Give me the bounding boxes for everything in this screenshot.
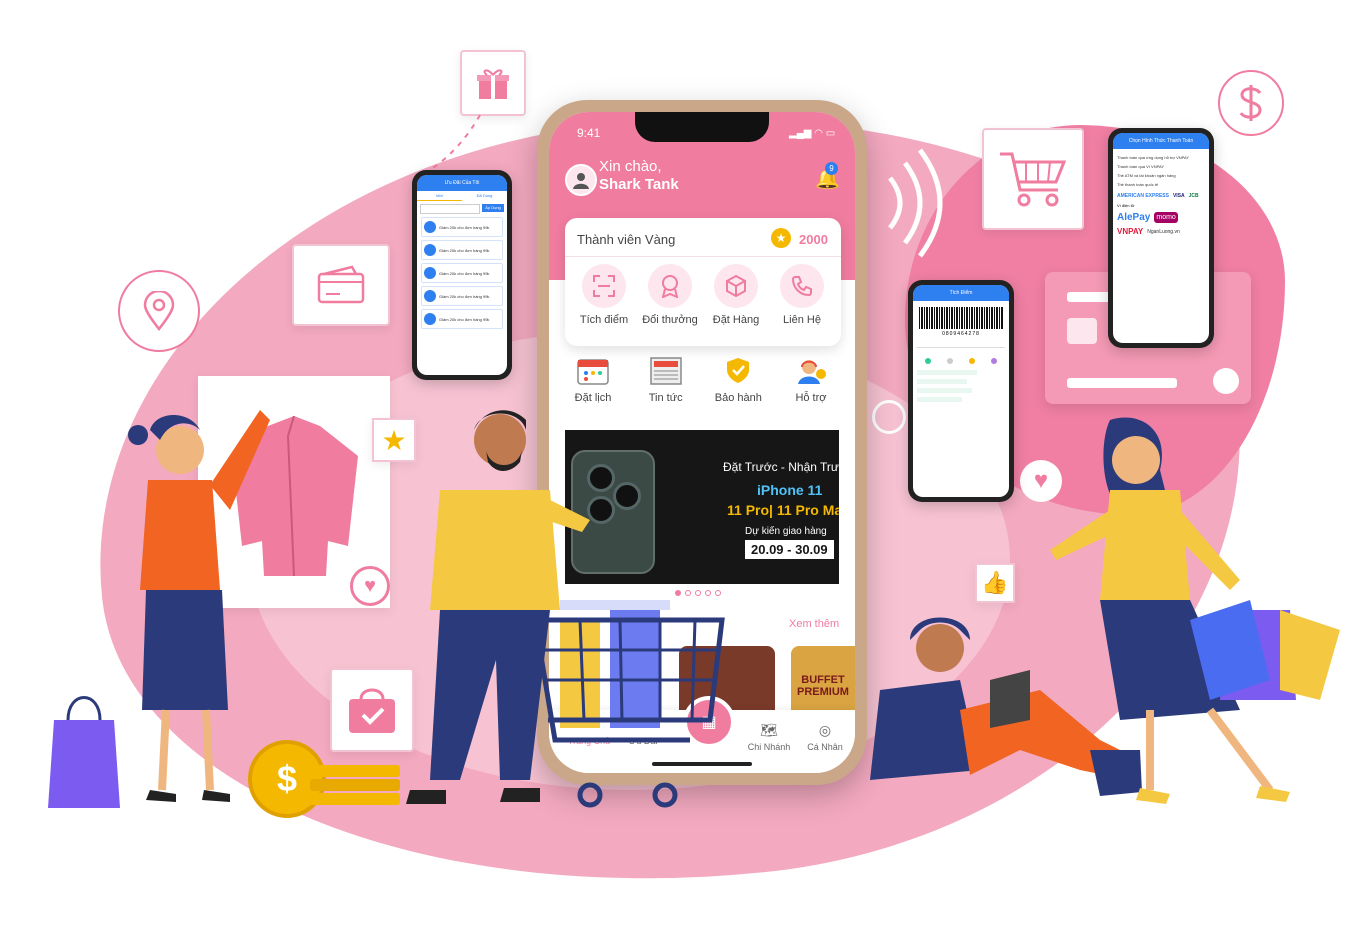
menu-order[interactable]: Đặt Hàng <box>703 264 769 326</box>
banner-line4: Dự kiến giao hàng <box>745 526 827 537</box>
brand-alepay[interactable]: AlePay <box>1117 212 1150 223</box>
location-icon <box>143 291 175 331</box>
points-phone: Tích Điểm 0809464278 <box>908 280 1014 502</box>
scan-icon <box>582 264 626 308</box>
support-agent-icon <box>794 356 828 386</box>
wallet-card <box>292 244 390 326</box>
tab-used[interactable]: Đã Dùng <box>462 191 507 201</box>
shield-hand-icon <box>721 356 755 386</box>
cart-card <box>982 128 1084 230</box>
gift-icon <box>477 69 509 99</box>
points-title: Tích Điểm <box>913 285 1009 301</box>
woman-shopper-illustration <box>128 410 270 802</box>
offers-title: Ưu Đãi Của Tôi <box>417 175 507 191</box>
brand-jcb[interactable]: JCB <box>1189 193 1199 199</box>
menu-points[interactable]: Tích điểm <box>571 264 637 326</box>
coin-icon: ★ <box>771 228 791 248</box>
offer-item[interactable]: Giảm 20k cho đơn hàng 99k <box>421 286 503 306</box>
barcode <box>919 307 1003 329</box>
purple-bag-illustration <box>48 696 120 808</box>
phone-call-icon <box>780 264 824 308</box>
location-badge <box>118 270 200 352</box>
member-tier: Thành viên Vàng <box>577 232 676 247</box>
brand-nganluong[interactable]: NganLuong.vn <box>1147 229 1180 235</box>
circle-decoration <box>872 400 906 434</box>
status-time: 9:41 <box>577 126 601 140</box>
payment-phone: Chọn Hình Thức Thanh Toán Thanh toán qua… <box>1108 128 1214 348</box>
barcode-number: 0809464278 <box>942 331 980 337</box>
tab-new[interactable]: Mới <box>417 191 462 201</box>
member-card: Thành viên Vàng ★ 2000 Tích điểm Đổi thư… <box>565 218 841 346</box>
brand-amex[interactable]: AMERICAN EXPRESS <box>1117 193 1169 199</box>
dollar-badge <box>1218 70 1284 136</box>
nav-branches[interactable]: Chi Nhánh <box>739 742 799 752</box>
wallet-icon <box>317 265 365 304</box>
menu-rewards[interactable]: Đổi thưởng <box>637 264 703 326</box>
like-icon: 👍 <box>975 563 1015 603</box>
apply-button[interactable]: Áp Dụng <box>482 204 504 212</box>
avatar[interactable] <box>565 164 597 196</box>
nfc-waves-icon <box>887 148 943 258</box>
brand-visa[interactable]: VISA <box>1173 193 1185 199</box>
phone-notch <box>635 112 769 142</box>
award-icon <box>648 264 692 308</box>
menu-warranty[interactable]: Bảo hành <box>704 356 772 404</box>
cart-icon <box>1000 152 1067 207</box>
status-icons: ▂▄▆ ◠ ▭ <box>789 128 836 139</box>
banner-line1: Đặt Trước - Nhận Trước <box>723 460 839 474</box>
menu-schedule[interactable]: Đặt lịch <box>559 356 627 404</box>
user-name: Shark Tank <box>599 176 679 193</box>
offer-item[interactable]: Giảm 20k cho đơn hàng 99k <box>421 309 503 329</box>
wallet-label: Ví điện tử <box>1117 203 1135 208</box>
newspaper-icon <box>649 356 683 386</box>
menu-support[interactable]: Hỗ trợ <box>777 356 845 404</box>
banner-line5: 20.09 - 30.09 <box>745 540 834 559</box>
menu-news[interactable]: Tin tức <box>632 356 700 404</box>
box-icon <box>714 264 758 308</box>
brand-vnpay[interactable]: VNPAY <box>1117 227 1143 236</box>
shopping-bag-icon <box>349 688 395 733</box>
brand-momo[interactable]: momo <box>1154 212 1178 223</box>
payment-title: Chọn Hình Thức Thanh Toán <box>1113 133 1209 149</box>
payment-option[interactable]: Thanh toán qua Ví VNPAY <box>1117 162 1205 171</box>
menu-contact[interactable]: Liên Hệ <box>769 264 835 326</box>
man-shopper-illustration <box>406 410 590 804</box>
woman-right-illustration <box>1050 417 1340 804</box>
payment-option[interactable]: Thanh toán qua ứng dụng hỗ trợ VNPAY <box>1117 153 1205 162</box>
heart-icon: ♥ <box>350 566 390 606</box>
offer-item[interactable]: Giảm 20k cho đơn hàng 99k <box>421 240 503 260</box>
see-more-link[interactable]: Xem thêm <box>789 618 839 630</box>
banner-line3: 11 Pro| 11 Pro Max <box>727 502 839 518</box>
payment-option[interactable]: Thẻ ATM và tài khoản ngân hàng <box>1117 171 1205 180</box>
dollar-icon <box>1239 85 1262 121</box>
greeting: Xin chào, <box>599 158 662 175</box>
offer-item[interactable]: Giảm 20k cho đơn hàng 99k <box>421 217 503 237</box>
map-icon: 🗺 <box>760 722 778 738</box>
banner-line2: iPhone 11 <box>757 482 823 498</box>
calendar-icon <box>576 356 610 386</box>
payment-option[interactable]: Thẻ thanh toán quốc tế <box>1117 180 1205 189</box>
points-value: 2000 <box>799 232 828 247</box>
notification-badge: 9 <box>825 162 838 175</box>
promo-banner[interactable]: Đặt Trước - Nhận Trước iPhone 11 11 Pro|… <box>565 430 839 584</box>
offers-phone: Ưu Đãi Của Tôi Mới Đã Dùng Áp Dụng Giảm … <box>412 170 512 380</box>
offer-item[interactable]: Giảm 20k cho đơn hàng 99k <box>421 263 503 283</box>
gift-card <box>460 50 526 116</box>
